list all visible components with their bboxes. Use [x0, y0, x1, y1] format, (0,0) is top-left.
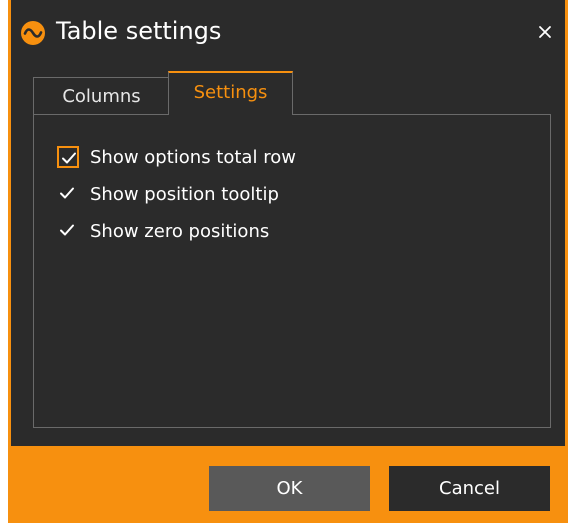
title-bar: Table settings	[11, 0, 565, 62]
dialog-body: Table settings Columns Settings Show opt…	[11, 0, 565, 446]
ok-button[interactable]: OK	[209, 466, 370, 511]
checkmark-icon	[62, 152, 76, 164]
show-zero-positions-checkbox[interactable]	[57, 220, 79, 242]
option-label: Show position tooltip	[90, 184, 279, 205]
tab-columns[interactable]: Columns	[33, 77, 169, 114]
show-position-tooltip-checkbox[interactable]	[57, 183, 79, 205]
checkmark-icon	[60, 187, 74, 199]
option-label: Show zero positions	[90, 221, 270, 242]
settings-panel: Show options total row Show position too…	[33, 114, 551, 428]
option-label: Show options total row	[90, 147, 296, 168]
tab-settings[interactable]: Settings	[168, 71, 293, 115]
dialog-frame: Table settings Columns Settings Show opt…	[8, 0, 568, 523]
window-title: Table settings	[56, 17, 222, 45]
show-options-total-row-checkbox[interactable]	[57, 146, 79, 168]
checkmark-icon	[60, 224, 74, 236]
app-logo-icon	[21, 21, 45, 45]
cancel-button[interactable]: Cancel	[389, 466, 550, 511]
close-icon[interactable]	[531, 18, 559, 46]
